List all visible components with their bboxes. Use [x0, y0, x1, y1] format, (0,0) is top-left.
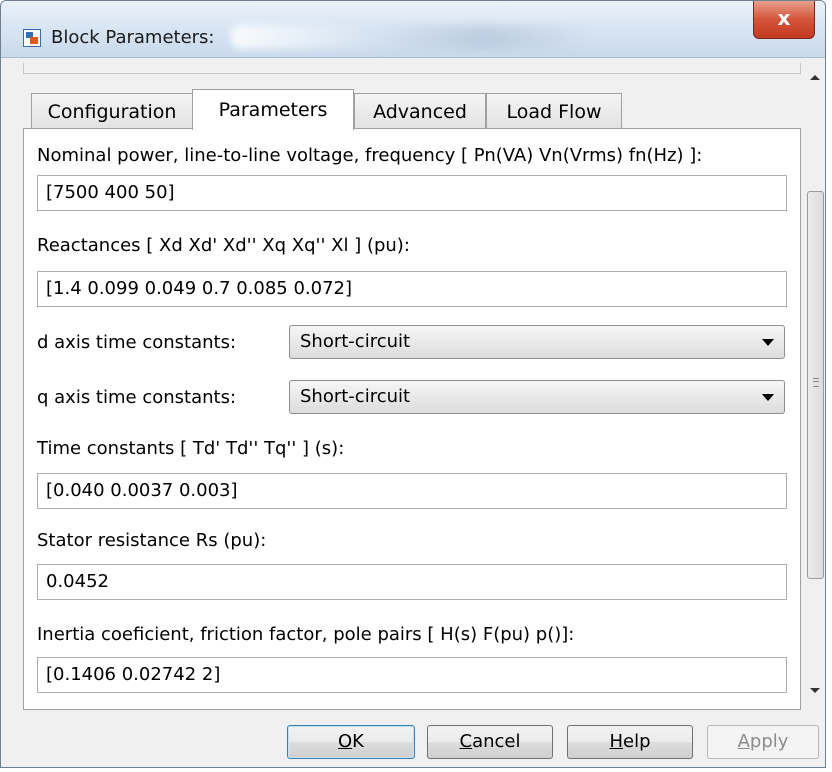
ok-mnemonic: O: [338, 731, 353, 752]
help-mnemonic: H: [609, 731, 624, 752]
apply-mnemonic: A: [737, 731, 750, 752]
reactances-field[interactable]: [1.4 0.099 0.049 0.7 0.085 0.072]: [37, 271, 787, 307]
q-axis-value: Short-circuit: [300, 386, 411, 407]
q-axis-select[interactable]: Short-circuit: [289, 380, 785, 414]
grip-icon: [813, 378, 819, 387]
stator-resistance-label: Stator resistance Rs (pu):: [37, 530, 267, 551]
tab-advanced[interactable]: Advanced: [354, 93, 486, 129]
cancel-label-rest: ancel: [472, 731, 521, 752]
reactances-label: Reactances [ Xd Xd' Xd'' Xq Xq'' Xl ] (p…: [37, 235, 410, 256]
inertia-field[interactable]: [0.1406 0.02742 2]: [37, 657, 787, 693]
q-axis-label: q axis time constants:: [37, 387, 237, 408]
d-axis-select[interactable]: Short-circuit: [289, 325, 785, 359]
ok-label-rest: K: [352, 731, 364, 752]
block-parameters-icon: [23, 29, 41, 47]
scroll-down-icon[interactable]: [810, 688, 820, 693]
d-axis-label: d axis time constants:: [37, 332, 237, 353]
ok-button[interactable]: OK: [287, 725, 415, 759]
help-button[interactable]: Help: [567, 725, 693, 759]
time-constants-field[interactable]: [0.040 0.0037 0.003]: [37, 473, 787, 509]
cancel-mnemonic: C: [459, 731, 473, 752]
tab-parameters[interactable]: Parameters: [192, 89, 354, 130]
d-axis-value: Short-circuit: [300, 331, 411, 352]
apply-label-rest: pply: [749, 731, 789, 752]
cancel-button[interactable]: Cancel: [427, 725, 553, 759]
window-title: Block Parameters:: [51, 27, 215, 48]
stator-resistance-field[interactable]: 0.0452: [37, 564, 787, 600]
nominal-label: Nominal power, line-to-line voltage, fre…: [37, 145, 703, 166]
tab-configuration[interactable]: Configuration: [31, 93, 193, 129]
vertical-scrollbar[interactable]: [805, 63, 825, 703]
title-redacted: [231, 25, 591, 49]
title-bar: Block Parameters: x: [1, 1, 825, 58]
tab-load-flow[interactable]: Load Flow: [486, 93, 622, 129]
scroll-container-top: [23, 63, 801, 74]
scroll-thumb[interactable]: [807, 191, 824, 579]
scroll-up-icon[interactable]: [810, 75, 820, 80]
apply-button[interactable]: Apply: [707, 725, 819, 759]
inertia-label: Inertia coeficient, friction factor, pol…: [37, 624, 575, 645]
chevron-down-icon: [762, 394, 774, 401]
chevron-down-icon: [762, 339, 774, 346]
help-label-rest: elp: [623, 731, 651, 752]
block-parameters-dialog: Block Parameters: x Configuration Parame…: [0, 0, 826, 768]
close-icon[interactable]: x: [753, 1, 815, 39]
time-constants-label: Time constants [ Td' Td'' Tq'' ] (s):: [37, 438, 345, 459]
nominal-field[interactable]: [7500 400 50]: [37, 175, 787, 211]
parameters-panel: [23, 128, 801, 710]
